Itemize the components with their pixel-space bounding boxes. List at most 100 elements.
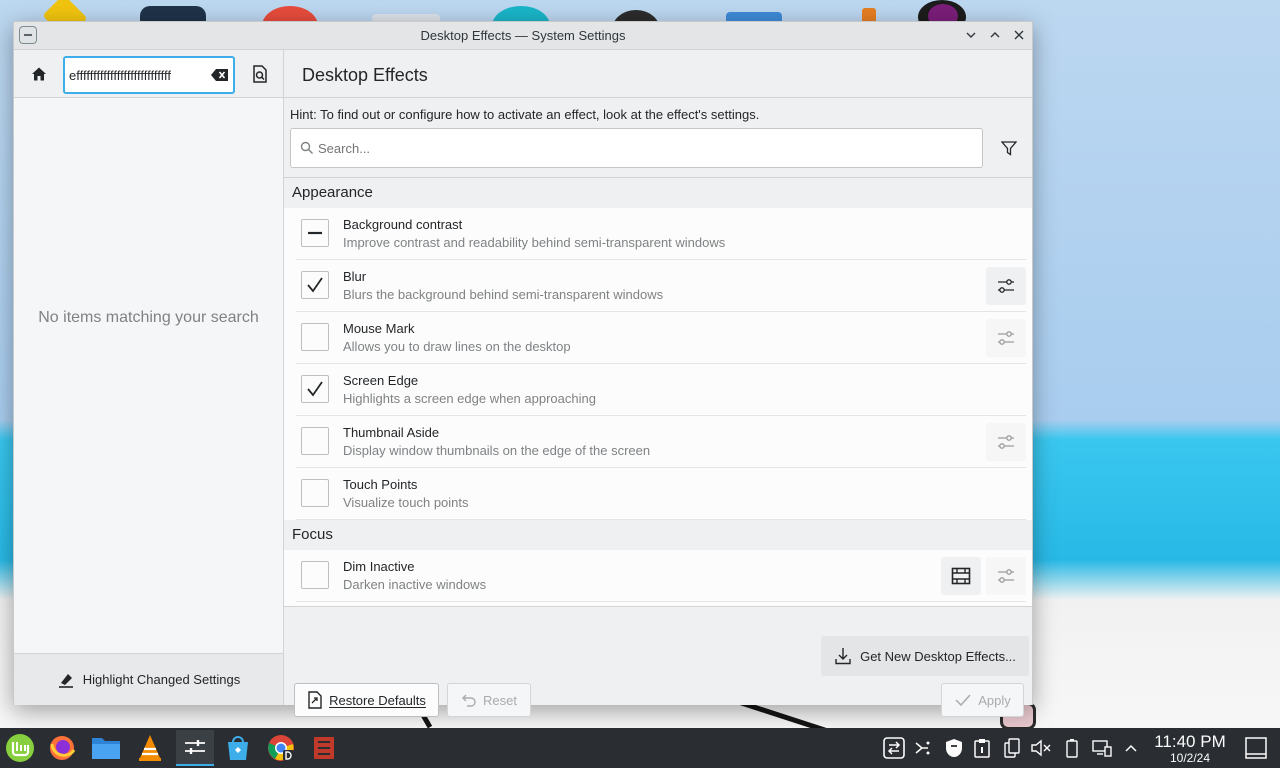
close-button[interactable]: [1009, 26, 1029, 46]
clipboard-info-icon: [974, 739, 990, 758]
effect-row-screen-edge[interactable]: Screen Edge Highlights a screen edge whe…: [296, 364, 1026, 416]
highlighter-icon: [58, 673, 73, 688]
clear-text-icon: [211, 69, 228, 81]
taskbar-discover[interactable]: [222, 732, 254, 764]
tray-expand-button[interactable]: [1121, 738, 1141, 758]
effect-name: Mouse Mark: [343, 321, 415, 336]
preview-dim-inactive-button[interactable]: [941, 557, 981, 595]
effect-checkbox-partial[interactable]: [301, 219, 329, 247]
tray-app-switcher[interactable]: [882, 736, 906, 760]
close-icon: [1014, 30, 1024, 40]
show-desktop-icon: [1245, 737, 1267, 759]
effect-name: Dim Inactive: [343, 559, 415, 574]
tray-notes[interactable]: [972, 738, 992, 758]
minimize-button[interactable]: [961, 26, 981, 46]
configure-blur-button[interactable]: [986, 267, 1026, 305]
sidebar-search-input[interactable]: [69, 65, 209, 85]
effect-row-background-contrast[interactable]: Background contrast Improve contrast and…: [296, 208, 1026, 260]
sidebar: No items matching your search Highlight …: [14, 50, 284, 705]
reset-button[interactable]: Reset: [447, 683, 531, 717]
effect-checkbox-unchecked[interactable]: [301, 427, 329, 455]
show-desktop-button[interactable]: [1244, 736, 1268, 760]
filter-button[interactable]: [992, 130, 1026, 166]
effect-name: Screen Edge: [343, 373, 419, 388]
effect-row-touch-points[interactable]: Touch Points Visualize touch points: [296, 468, 1026, 520]
home-icon: [32, 67, 46, 81]
clock-date[interactable]: 10/2/24: [1150, 751, 1230, 765]
filter-icon: [1001, 141, 1017, 156]
sliders-icon: [998, 279, 1014, 293]
tray-security[interactable]: [944, 738, 964, 758]
effect-description: Blurs the background behind semi-transpa…: [343, 287, 664, 302]
effect-row-blur[interactable]: Blur Blurs the background behind semi-tr…: [296, 260, 1026, 312]
clipboard-icon: [1004, 738, 1020, 758]
main-content: Desktop Effects Hint: To find out or con…: [284, 50, 1032, 717]
mint-logo-icon: [6, 734, 34, 762]
sidebar-toolbar: [14, 50, 283, 98]
effect-name: Blur: [343, 269, 367, 284]
tray-kdeconnect[interactable]: [912, 738, 932, 758]
page-header: Desktop Effects: [284, 50, 1032, 98]
effects-search-box[interactable]: [290, 128, 983, 168]
effect-description: Display window thumbnails on the edge of…: [343, 443, 651, 458]
effect-checkbox-unchecked[interactable]: [301, 479, 329, 507]
get-new-desktop-effects-label: Get New Desktop Effects...: [860, 648, 1016, 664]
effect-name: Thumbnail Aside: [343, 425, 440, 440]
clock-time[interactable]: 11:40 PM: [1150, 732, 1230, 752]
clear-search-button[interactable]: [211, 67, 229, 83]
configure-dim-inactive-button[interactable]: [986, 557, 1026, 595]
tray-network[interactable]: [1092, 738, 1112, 758]
effect-checkbox-unchecked[interactable]: [301, 323, 329, 351]
reset-label: Reset: [483, 692, 517, 708]
effect-name: Touch Points: [343, 477, 418, 492]
maximize-button[interactable]: [985, 26, 1005, 46]
chrome-icon: [268, 735, 294, 761]
taskbar-red-app[interactable]: [308, 732, 340, 764]
checkmark-icon: [307, 381, 323, 397]
vlc-icon: [139, 735, 161, 761]
tray-volume[interactable]: [1031, 738, 1051, 758]
sidebar-search-box[interactable]: [63, 56, 235, 94]
effect-row-thumbnail-aside[interactable]: Thumbnail Aside Display window thumbnail…: [296, 416, 1026, 468]
checkmark-icon: [955, 694, 971, 707]
effect-checkbox-checked[interactable]: [301, 271, 329, 299]
store-bag-icon: [228, 736, 248, 760]
search-document-button[interactable]: [247, 60, 273, 88]
effects-search-input[interactable]: [318, 139, 958, 157]
tray-battery[interactable]: [1062, 738, 1082, 758]
effect-row-mouse-mark[interactable]: Mouse Mark Allows you to draw lines on t…: [296, 312, 1026, 364]
effects-list: Appearance Background contrast Improve c…: [284, 177, 1032, 607]
taskbar-chrome[interactable]: [265, 732, 297, 764]
effect-description: Improve contrast and readability behind …: [343, 235, 726, 250]
title-bar[interactable]: Desktop Effects — System Settings: [14, 22, 1032, 50]
search-icon: [300, 141, 313, 154]
tray-clipboard[interactable]: [1002, 738, 1022, 758]
folder-icon: [92, 738, 120, 759]
chevron-up-icon: [1125, 744, 1137, 752]
chevron-up-icon: [990, 32, 1000, 38]
configure-thumbnail-aside-button[interactable]: [986, 423, 1026, 461]
taskbar-firefox[interactable]: [46, 732, 78, 764]
system-settings-window: Desktop Effects — System Settings efffff…: [13, 21, 1033, 717]
restore-defaults-button[interactable]: Restore Defaults: [294, 683, 439, 717]
effect-description: Allows you to draw lines on the desktop: [343, 339, 571, 354]
highlight-changed-settings-button[interactable]: Highlight Changed Settings: [14, 653, 283, 705]
section-header-appearance: Appearance: [284, 178, 1032, 208]
apply-button[interactable]: Apply: [941, 683, 1024, 717]
effect-checkbox-unchecked[interactable]: [301, 561, 329, 589]
taskbar-vlc[interactable]: [134, 732, 166, 764]
home-button[interactable]: [24, 58, 54, 90]
configure-mouse-mark-button[interactable]: [986, 319, 1026, 357]
application-launcher-button[interactable]: [4, 732, 36, 764]
taskbar-system-settings-active[interactable]: [176, 730, 214, 766]
no-items-message: No items matching your search: [38, 309, 259, 326]
sliders-icon: [998, 569, 1014, 583]
chevron-down-icon: [966, 32, 976, 38]
effect-checkbox-checked[interactable]: [301, 375, 329, 403]
get-new-desktop-effects-button[interactable]: Get New Desktop Effects...: [821, 636, 1029, 676]
effect-row-dim-inactive[interactable]: Dim Inactive Darken inactive windows: [296, 550, 1026, 602]
battery-icon: [1066, 739, 1078, 758]
firefox-icon: [50, 736, 76, 760]
taskbar-file-manager[interactable]: [90, 732, 122, 764]
restore-defaults-label: Restore Defaults: [329, 692, 426, 708]
